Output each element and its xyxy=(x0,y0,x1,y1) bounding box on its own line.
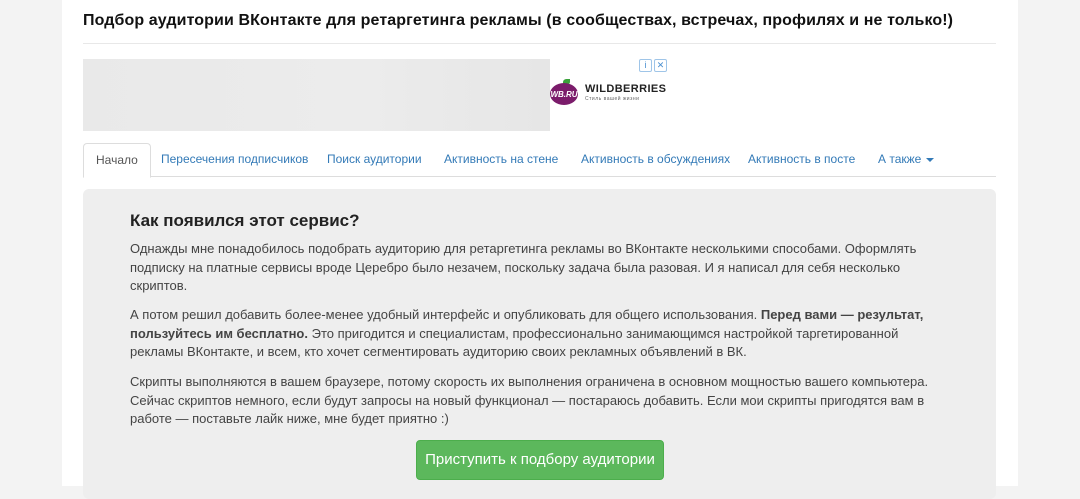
tab-start[interactable]: Начало xyxy=(83,143,151,178)
page-title: Подбор аудитории ВКонтакте для ретаргети… xyxy=(83,12,954,29)
ad-image[interactable] xyxy=(83,59,550,131)
intro-panel: Как появился этот сервис? Однажды мне по… xyxy=(83,189,996,499)
tab-discussion-activity[interactable]: Активность в обсуждениях xyxy=(581,143,730,176)
divider xyxy=(83,43,996,44)
close-icon[interactable]: ✕ xyxy=(654,59,667,72)
tab-subscriber-intersections[interactable]: Пересечения подписчиков xyxy=(161,143,308,176)
paragraph-2: А потом решил добавить более-менее удобн… xyxy=(130,307,924,359)
section-heading: Как появился этот сервис? xyxy=(130,211,360,230)
tab-more-label: А также xyxy=(878,152,922,166)
caret-down-icon xyxy=(926,157,935,162)
tab-post-activity[interactable]: Активность в посте xyxy=(748,143,855,176)
nav-tabs: Начало Пересечения подписчиков Поиск ауд… xyxy=(83,143,996,178)
ad-brand-logo[interactable]: WB.RU WILDBERRIES Стиль вашей жизни xyxy=(550,79,666,105)
ad-brand-name: WILDBERRIES xyxy=(585,82,667,95)
ad-tagline: Стиль вашей жизни xyxy=(585,95,640,102)
tab-audience-search[interactable]: Поиск аудитории xyxy=(327,143,422,176)
start-selection-button[interactable]: Приступить к подбору аудитории xyxy=(416,440,664,480)
ad-banner[interactable]: WB.RU WILDBERRIES Стиль вашей жизни i ✕ xyxy=(83,59,667,131)
paragraph-1: Однажды мне понадобилось подобрать аудит… xyxy=(130,241,917,293)
info-icon[interactable]: i xyxy=(639,59,652,72)
paragraph-3: Скрипты выполняются в вашем браузере, по… xyxy=(130,374,929,426)
tab-wall-activity[interactable]: Активность на стене xyxy=(444,143,558,176)
wildberries-logo-icon: WB.RU xyxy=(550,79,580,105)
tab-more-dropdown[interactable]: А также xyxy=(878,143,935,176)
page-container: Подбор аудитории ВКонтакте для ретаргети… xyxy=(62,0,1018,499)
